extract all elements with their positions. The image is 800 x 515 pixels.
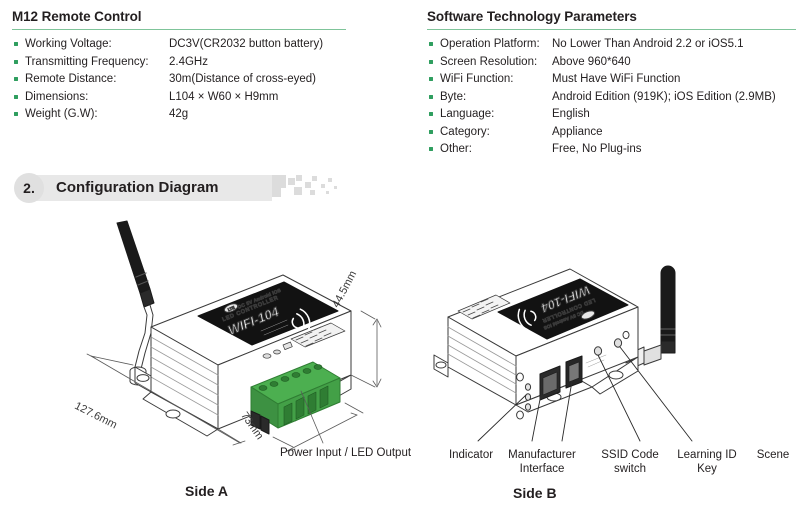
spec-value: Android Edition (919K); iOS Edition (2.9…	[552, 90, 776, 103]
spec-label: Dimensions:	[25, 90, 89, 103]
spec-value: Appliance	[552, 125, 603, 138]
section-title: Configuration Diagram	[56, 179, 219, 196]
panel-screw	[622, 330, 630, 340]
learning-id-key	[593, 346, 603, 356]
port-callout-label: Power Input / LED Output	[280, 447, 412, 459]
callout-indicator: Indicator	[448, 449, 494, 461]
spec-label: Operation Platform:	[440, 38, 540, 50]
spec-value: Free, No Plug-ins	[552, 143, 642, 155]
checker-decoration	[272, 175, 338, 201]
panel-screw	[516, 372, 524, 382]
spec-label: Screen Resolution:	[440, 55, 538, 68]
bullet-icon	[14, 42, 18, 46]
spec-label: Weight (G.W):	[25, 108, 98, 120]
enclosure-b	[433, 268, 639, 413]
antenna-a	[116, 220, 155, 386]
bullet-icon	[14, 77, 18, 81]
bullet-icon	[429, 94, 433, 99]
bullet-icon	[429, 129, 433, 134]
spec-value: Above 960*640	[552, 55, 631, 68]
bullet-icon	[429, 77, 433, 81]
spec-label: Working Voltage:	[25, 38, 112, 50]
spec-value: DC3V(CR2032 button battery)	[169, 38, 324, 50]
side-b-caption: Side B	[513, 485, 557, 501]
page-title-remote: M12 Remote Control	[12, 9, 142, 24]
bullet-icon	[429, 147, 433, 151]
spec-label: Remote Distance:	[25, 73, 117, 85]
bullet-icon	[14, 112, 18, 116]
spec-value: Must Have WiFi Function	[552, 73, 681, 85]
list-item: Category: Appliance	[427, 125, 796, 140]
ssid-code-switch	[565, 355, 583, 389]
bullet-icon	[429, 42, 433, 46]
page-title-software: Software Technology Parameters	[427, 9, 637, 24]
list-item: WiFi Function: Must Have WiFi Function	[427, 72, 796, 87]
callout-ssid-code-switch: SSID Code switch	[601, 449, 659, 475]
callout-manufacturer-interface: Manufacturer Interface	[508, 449, 576, 475]
side-b-diagram: DC 5V Android iOS LED CONTROLLER WIFI-10…	[430, 255, 800, 455]
list-item: Remote Distance: 30m(Distance of cross-e…	[12, 72, 346, 87]
spec-label: Byte:	[440, 90, 467, 103]
list-item: Byte: Android Edition (919K); iOS Editio…	[427, 90, 796, 105]
spec-label: Transmitting Frequency:	[25, 55, 149, 68]
list-item: Screen Resolution: Above 960*640	[427, 55, 796, 70]
indicator-led	[524, 383, 532, 391]
spec-value: English	[552, 108, 590, 120]
bullet-icon	[14, 94, 18, 99]
indicator-led	[524, 403, 532, 411]
side-a-caption: Side A	[185, 483, 229, 499]
spec-label: Other:	[440, 143, 472, 155]
spec-value: 2.4GHz	[169, 55, 208, 68]
divider-software	[427, 29, 796, 30]
callout-scene: Scene	[756, 449, 790, 461]
list-item: Operation Platform: No Lower Than Androi…	[427, 37, 796, 52]
spec-label: Language:	[440, 108, 495, 120]
divider-remote	[12, 29, 346, 30]
list-item: Language: English	[427, 107, 796, 122]
bullet-icon	[14, 59, 18, 64]
scene-button	[613, 338, 623, 348]
bullet-icon	[429, 59, 433, 64]
list-item: Other: Free, No Plug-ins	[427, 142, 796, 157]
list-item: Dimensions: L104 × W60 × H9mm	[12, 90, 346, 105]
spec-value: L104 × W60 × H9mm	[169, 90, 279, 103]
section-number-badge: 2.	[14, 173, 44, 203]
list-item: Transmitting Frequency: 2.4GHz	[12, 55, 346, 70]
remote-spec-list: Working Voltage: DC3V(CR2032 button batt…	[12, 37, 346, 122]
list-item: Weight (G.W): 42g	[12, 107, 346, 122]
bullet-icon	[429, 112, 433, 116]
section-header-banner: 2. Configuration Diagram	[8, 173, 338, 203]
callout-learning-id-key: Learning ID Key	[677, 449, 737, 475]
software-spec-panel: Software Technology Parameters Operation…	[427, 8, 796, 160]
panel-screw	[516, 410, 524, 420]
remote-control-spec-panel: M12 Remote Control Working Voltage: DC3V…	[12, 8, 346, 125]
spec-value: 30m(Distance of cross-eyed)	[169, 73, 316, 85]
spec-label: WiFi Function:	[440, 73, 514, 85]
spec-value: 42g	[169, 108, 189, 120]
spec-value: No Lower Than Android 2.2 or iOS5.1	[552, 38, 744, 50]
software-spec-list: Operation Platform: No Lower Than Androi…	[427, 37, 796, 157]
spec-label: Category:	[440, 125, 490, 138]
list-item: Working Voltage: DC3V(CR2032 button batt…	[12, 37, 346, 52]
